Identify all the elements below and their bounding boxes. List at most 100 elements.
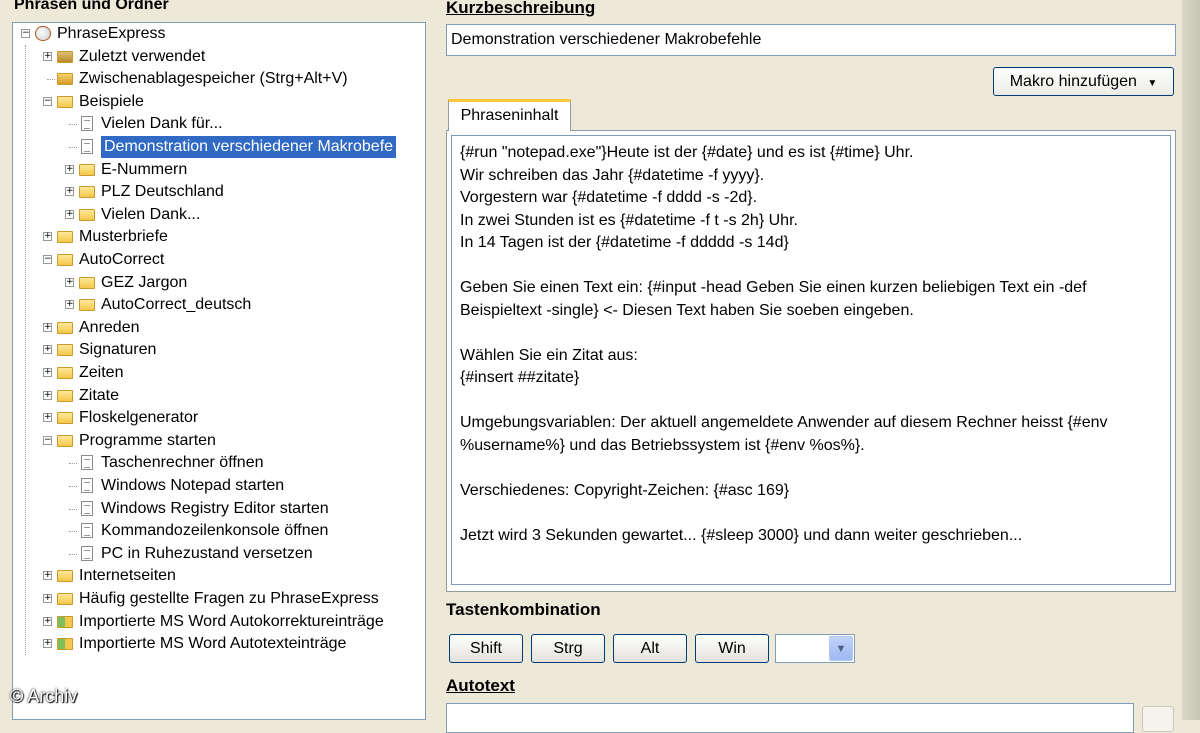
tree-item-label: Demonstration verschiedener Makrobefe xyxy=(101,136,397,158)
tree-item[interactable]: − Programme starten xyxy=(13,430,425,452)
tree-item[interactable]: + GEZ Jargon xyxy=(13,272,425,294)
tree-item[interactable]: Zwischenablagespeicher (Strg+Alt+V) xyxy=(13,68,425,90)
phrases-panel: Phrasen und Ordner − PhraseExpress + Zuletz… xyxy=(0,0,428,720)
tree-item-label: AutoCorrect xyxy=(79,251,165,268)
shift-key-button[interactable]: Shift xyxy=(449,634,523,663)
tree-item[interactable]: + E-Nummern xyxy=(13,159,425,181)
collapse-icon[interactable]: − xyxy=(43,96,52,106)
folder-icon xyxy=(79,163,95,176)
hotkey-label: Tastenkombination xyxy=(446,600,601,619)
tree-item[interactable]: Windows Registry Editor starten xyxy=(13,498,425,520)
content-panel: {#run "notepad.exe"}Heute ist der {#date… xyxy=(446,130,1176,592)
expand-icon[interactable]: + xyxy=(65,187,74,197)
expand-icon[interactable]: + xyxy=(43,639,52,649)
folder-icon xyxy=(79,208,95,221)
tree-item-label: Musterbriefe xyxy=(79,228,168,246)
tree-item-label: PC in Ruhezustand versetzen xyxy=(101,544,313,562)
key-select[interactable]: ▼ xyxy=(775,634,855,663)
description-label-text: Kurzbeschreibung xyxy=(446,0,596,17)
tree-item[interactable]: + Vielen Dank... xyxy=(13,204,425,226)
win-key-button[interactable]: Win xyxy=(695,634,769,663)
autotext-field[interactable] xyxy=(446,703,1134,733)
tree-item[interactable]: + AutoCorrect_deutsch xyxy=(13,294,425,316)
expand-icon[interactable]: + xyxy=(43,594,52,603)
tab-phraseninhalt[interactable]: Phraseninhalt xyxy=(448,99,571,131)
folder-icon xyxy=(57,231,73,244)
tree-item-label: Floskelgenerator xyxy=(79,409,199,427)
expand-icon[interactable]: + xyxy=(43,345,52,355)
folder-icon xyxy=(57,412,73,425)
tree-connector xyxy=(25,45,26,656)
folder-icon xyxy=(79,299,95,312)
collapse-icon[interactable]: − xyxy=(43,255,52,264)
tree-item[interactable]: + Musterbriefe xyxy=(13,226,425,248)
pane-splitter[interactable] xyxy=(428,0,442,720)
panel-title: Phrasen und Ordner xyxy=(14,0,169,13)
document-icon xyxy=(81,116,93,132)
tree-item[interactable]: + Zeiten xyxy=(13,362,425,384)
tree-item-label: E-Nummern xyxy=(101,160,188,178)
folder-icon xyxy=(57,434,73,447)
alt-key-button[interactable]: Alt xyxy=(613,634,687,663)
add-macro-label: Makro hinzufügen xyxy=(1009,73,1137,90)
tree-item[interactable]: Windows Notepad starten xyxy=(13,475,425,497)
tree-item[interactable]: + Importierte MS Word Autokorrektureinträ… xyxy=(13,611,425,633)
tree-item[interactable]: + Internetseiten xyxy=(13,565,425,587)
expand-icon[interactable]: + xyxy=(65,209,74,219)
folder-icon xyxy=(57,95,73,108)
tree-item[interactable]: PC in Ruhezustand versetzen xyxy=(13,543,425,565)
tree-item-label: Anreden xyxy=(79,318,140,336)
expand-icon[interactable]: + xyxy=(43,571,52,581)
expand-icon[interactable]: + xyxy=(43,413,52,423)
expand-icon[interactable]: + xyxy=(43,232,52,242)
tree-item[interactable]: + PLZ Deutschland xyxy=(13,181,425,203)
folder-icon xyxy=(57,321,73,334)
tree-item[interactable]: − PhraseExpress xyxy=(13,23,425,45)
expand-icon[interactable]: + xyxy=(65,300,74,310)
collapse-icon[interactable]: − xyxy=(21,29,30,38)
tree-item-label: PLZ Deutschland xyxy=(101,183,224,201)
tree-item[interactable]: + Zuletzt verwendet xyxy=(13,46,425,68)
tree-item[interactable]: Kommandozeilenkonsole öffnen xyxy=(13,520,425,542)
description-field[interactable]: Demonstration verschiedener Makrobefehle xyxy=(446,24,1176,56)
expand-icon[interactable]: + xyxy=(43,390,52,400)
tree-item-label: Taschenrechner öffnen xyxy=(101,454,264,472)
expand-icon[interactable]: + xyxy=(43,368,52,377)
tree-item[interactable]: − AutoCorrect xyxy=(13,249,425,271)
expand-icon[interactable]: + xyxy=(43,616,52,626)
tree-item[interactable]: + Floskelgenerator xyxy=(13,407,425,429)
phrase-tree[interactable]: − PhraseExpress + Zuletzt verwendet Zwischen… xyxy=(12,22,426,720)
tree-connector xyxy=(69,508,77,510)
add-macro-button[interactable]: Makro hinzufügen ▼ xyxy=(993,67,1174,96)
tree-item[interactable]: − Beispiele xyxy=(13,91,425,113)
tree-item[interactable]: + Häufig gestellte Fragen zu PhraseExpres… xyxy=(13,588,425,610)
document-icon xyxy=(81,545,93,561)
expand-icon[interactable]: + xyxy=(43,322,52,332)
tree-item-label: Programme starten xyxy=(79,431,216,449)
expand-icon[interactable]: + xyxy=(65,164,74,174)
tree-item-label: Beispiele xyxy=(79,92,144,110)
chevron-down-icon[interactable]: ▼ xyxy=(829,636,853,661)
tree-item-label: Vielen Dank... xyxy=(101,205,201,223)
tree-item[interactable]: + Importierte MS Word Autotexteinträge xyxy=(13,633,425,655)
strg-key-button[interactable]: Strg xyxy=(531,634,605,663)
tree-item[interactable]: Vielen Dank für... xyxy=(13,113,425,135)
tree-item-label: Zuletzt verwendet xyxy=(79,47,206,65)
expand-icon[interactable]: + xyxy=(65,277,74,287)
tree-item[interactable]: + Anreden xyxy=(13,317,425,339)
tree-item-label: Importierte MS Word Autokorrektureinträg… xyxy=(79,612,384,630)
tree-connector xyxy=(69,463,77,465)
tree-item-label: Windows Notepad starten xyxy=(101,477,285,494)
tree-item[interactable]: + Zitate xyxy=(13,385,425,407)
tree-item[interactable]: + Signaturen xyxy=(13,339,425,361)
phrase-content-editor[interactable]: {#run "notepad.exe"}Heute ist der {#date… xyxy=(451,135,1171,585)
collapse-icon[interactable]: − xyxy=(43,435,52,445)
tree-item-label: Kommandozeilenkonsole öffnen xyxy=(101,522,329,540)
folder-icon xyxy=(57,570,73,583)
tree-item[interactable]: Demonstration verschiedener Makrobefe xyxy=(13,136,425,158)
expand-icon[interactable]: + xyxy=(43,51,52,61)
tree-item-label: AutoCorrect_deutsch xyxy=(101,296,252,314)
description-label: Kurzbeschreibung xyxy=(446,0,595,18)
autotext-options-button[interactable] xyxy=(1142,706,1174,732)
tree-item[interactable]: Taschenrechner öffnen xyxy=(13,452,425,474)
